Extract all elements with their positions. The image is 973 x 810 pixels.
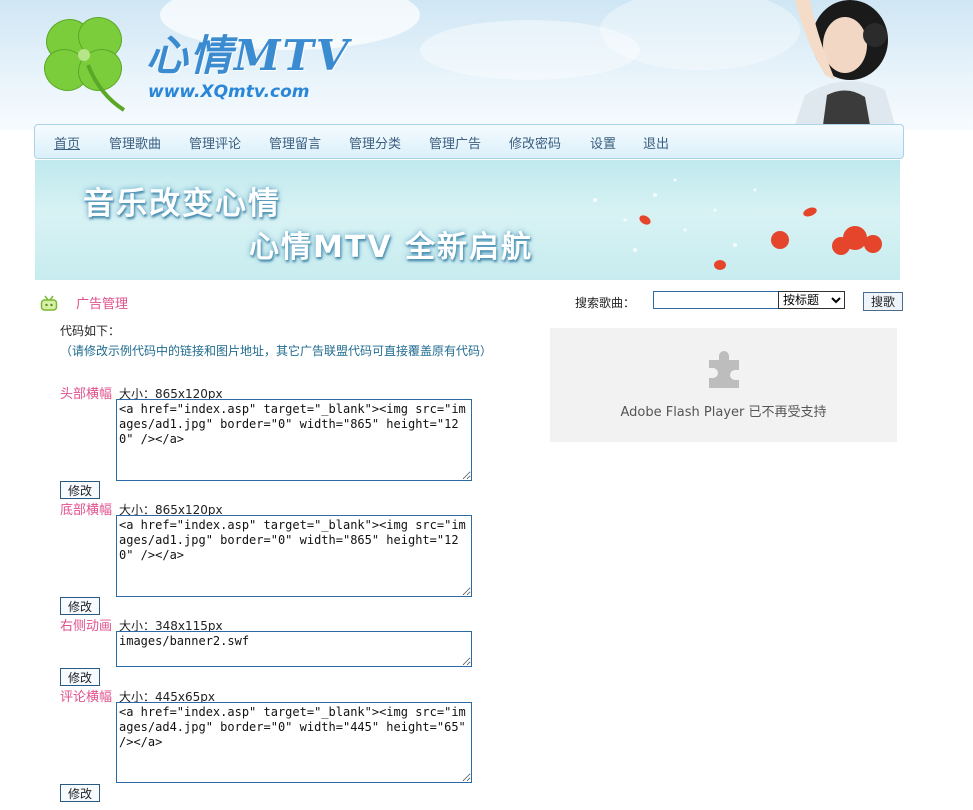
banner-headline: 音乐改变心情 bbox=[83, 186, 281, 222]
nav-item-home[interactable]: 首页 bbox=[54, 133, 80, 152]
clover-logo-icon bbox=[43, 16, 126, 112]
banner-subheadline: 心情MTV 全新启航 bbox=[249, 230, 533, 265]
ad-label-header-banner: 头部横幅 bbox=[60, 387, 113, 402]
search-label: 搜索歌曲： bbox=[575, 296, 636, 310]
nav-item-manage-comments[interactable]: 管理评论 bbox=[189, 133, 241, 152]
modify-button-comment-banner[interactable]: 修改 bbox=[60, 784, 100, 802]
ad-label-side-animation: 右侧动画 bbox=[60, 619, 113, 634]
search-button[interactable]: 搜歌 bbox=[863, 292, 903, 311]
ad-code-footer-banner[interactable]: <a href="index.asp" target="_blank"><img… bbox=[116, 515, 472, 597]
ad-label-comment-banner: 评论横幅 bbox=[60, 690, 113, 705]
nav-item-manage-categories[interactable]: 管理分类 bbox=[349, 133, 401, 152]
section-title: 广告管理 bbox=[76, 297, 129, 312]
ad-code-comment-banner[interactable]: <a href="index.asp" target="_blank"><img… bbox=[116, 702, 472, 783]
flash-placeholder: Adobe Flash Player 已不再受支持 bbox=[550, 328, 897, 442]
search-input[interactable] bbox=[653, 291, 779, 309]
ad-banner[interactable]: 音乐改变心情 心情MTV 全新启航 bbox=[35, 160, 900, 280]
plugin-puzzle-icon bbox=[709, 351, 739, 388]
modify-button-header-banner[interactable]: 修改 bbox=[60, 481, 100, 499]
ad-code-side-animation[interactable]: images/banner2.swf bbox=[116, 631, 472, 667]
search-type-select[interactable]: 按标题 bbox=[778, 291, 845, 309]
code-intro: 代码如下： bbox=[60, 324, 121, 338]
flash-unsupported-message: Adobe Flash Player 已不再受支持 bbox=[620, 405, 827, 420]
nav-item-manage-songs[interactable]: 管理歌曲 bbox=[109, 133, 161, 152]
site-header: 心情MTV www.XQmtv.com bbox=[0, 0, 973, 130]
nav-item-manage-ads[interactable]: 管理广告 bbox=[429, 133, 481, 152]
nav-item-change-password[interactable]: 修改密码 bbox=[509, 133, 561, 152]
model-photo bbox=[795, 0, 895, 125]
nav-item-logout[interactable]: 退出 bbox=[643, 133, 669, 152]
site-url: www.XQmtv.com bbox=[148, 82, 310, 102]
code-note: （请修改示例代码中的链接和图片地址，其它广告联盟代码可直接覆盖原有代码） bbox=[60, 344, 493, 358]
modify-button-side-animation[interactable]: 修改 bbox=[60, 668, 100, 686]
tv-icon bbox=[40, 295, 58, 311]
ad-label-footer-banner: 底部横幅 bbox=[60, 503, 113, 518]
nav-item-manage-messages[interactable]: 管理留言 bbox=[269, 133, 321, 152]
ad-code-header-banner[interactable]: <a href="index.asp" target="_blank"><img… bbox=[116, 399, 472, 481]
modify-button-footer-banner[interactable]: 修改 bbox=[60, 597, 100, 615]
nav-item-settings[interactable]: 设置 bbox=[590, 133, 616, 152]
site-title: 心情MTV bbox=[146, 31, 351, 80]
main-nav: 首页 管理歌曲 管理评论 管理留言 管理分类 管理广告 修改密码 设置 退出 bbox=[34, 124, 904, 159]
